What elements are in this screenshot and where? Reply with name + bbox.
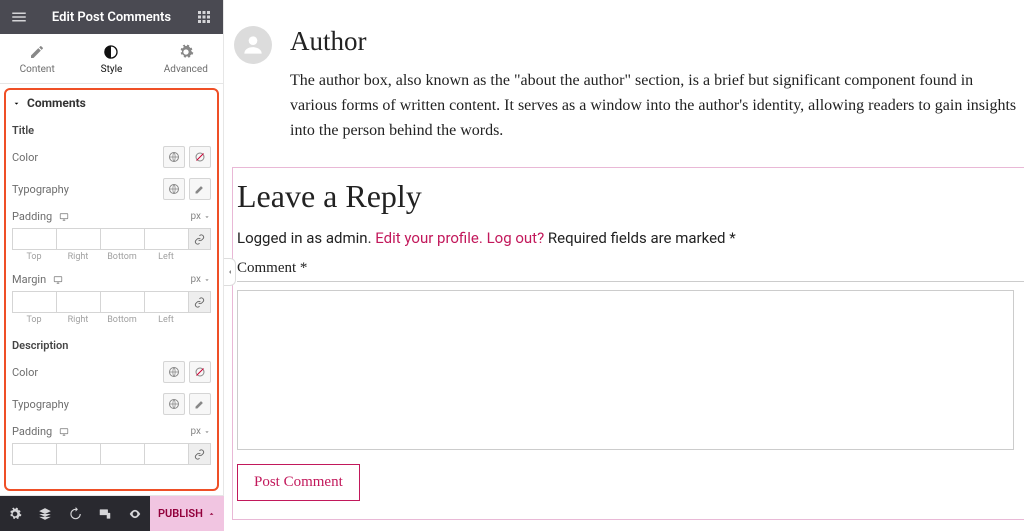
contrast-icon xyxy=(103,44,119,60)
post-comment-button[interactable]: Post Comment xyxy=(237,464,360,501)
row-desc-typography: Typography xyxy=(8,388,215,420)
row-title-color: Color xyxy=(8,141,215,173)
logout-link[interactable]: Log out? xyxy=(487,229,545,247)
link-values-icon[interactable] xyxy=(188,443,211,465)
row-desc-color: Color xyxy=(8,356,215,388)
group-title-heading: Title xyxy=(8,116,215,141)
tab-advanced[interactable]: Advanced xyxy=(149,34,223,83)
dpad-right-input[interactable] xyxy=(56,443,100,465)
link-values-icon[interactable] xyxy=(188,228,211,250)
margin-top-input[interactable] xyxy=(12,291,56,313)
bottom-bar: PUBLISH xyxy=(0,495,223,531)
edit-profile-link[interactable]: Edit your profile. xyxy=(375,229,483,247)
panel-collapse-handle[interactable] xyxy=(224,258,236,286)
login-meta: Logged in as admin. Edit your profile. L… xyxy=(237,229,1024,248)
unit-select[interactable]: px xyxy=(190,426,211,437)
preview-canvas: Author The author box, also known as the… xyxy=(224,0,1024,531)
margin-right-input[interactable] xyxy=(56,291,100,313)
dpad-top-input[interactable] xyxy=(12,443,56,465)
chevron-up-icon xyxy=(207,509,216,519)
history-icon[interactable] xyxy=(60,496,90,532)
row-title-margin: Margin px xyxy=(8,268,215,291)
caret-down-icon xyxy=(12,99,21,108)
row-desc-padding: Padding px xyxy=(8,420,215,443)
apps-icon[interactable] xyxy=(195,8,213,26)
chevron-down-icon xyxy=(203,276,211,284)
comment-textarea[interactable] xyxy=(237,290,1014,450)
margin-inputs xyxy=(8,291,215,315)
chevron-down-icon xyxy=(203,428,211,436)
layers-icon[interactable] xyxy=(30,496,60,532)
padding-bottom-input[interactable] xyxy=(100,228,144,250)
link-values-icon[interactable] xyxy=(188,291,211,313)
desktop-icon[interactable] xyxy=(58,212,70,222)
pencil-icon xyxy=(29,44,45,60)
dpad-bottom-input[interactable] xyxy=(100,443,144,465)
tab-row: Content Style Advanced xyxy=(0,34,223,84)
avatar xyxy=(234,26,272,64)
reply-title: Leave a Reply xyxy=(237,178,1024,215)
desktop-icon[interactable] xyxy=(58,427,70,437)
edit-icon[interactable] xyxy=(189,178,211,200)
globe-icon[interactable] xyxy=(163,361,185,383)
responsive-icon[interactable] xyxy=(90,496,120,532)
padding-left-input[interactable] xyxy=(144,228,188,250)
unit-select[interactable]: px xyxy=(190,274,211,285)
edit-icon[interactable] xyxy=(189,393,211,415)
desc-padding-inputs xyxy=(8,443,215,467)
globe-icon[interactable] xyxy=(163,178,185,200)
group-desc-heading: Description xyxy=(8,331,215,356)
reply-section: Leave a Reply Logged in as admin. Edit y… xyxy=(232,167,1024,520)
margin-bottom-input[interactable] xyxy=(100,291,144,313)
settings-icon[interactable] xyxy=(0,496,30,532)
padding-top-input[interactable] xyxy=(12,228,56,250)
tab-style[interactable]: Style xyxy=(74,34,148,83)
gear-icon xyxy=(178,44,194,60)
dpad-left-input[interactable] xyxy=(144,443,188,465)
author-bio: The author box, also known as the "about… xyxy=(290,69,1018,143)
padding-right-input[interactable] xyxy=(56,228,100,250)
tab-content[interactable]: Content xyxy=(0,34,74,83)
author-name: Author xyxy=(290,26,1018,57)
menu-icon[interactable] xyxy=(10,8,28,26)
no-color-icon[interactable] xyxy=(189,361,211,383)
padding-inputs xyxy=(8,228,215,252)
margin-left-input[interactable] xyxy=(144,291,188,313)
panel-header: Edit Post Comments xyxy=(0,0,223,34)
section-comments[interactable]: Comments xyxy=(8,84,215,116)
publish-button[interactable]: PUBLISH xyxy=(150,496,224,531)
no-color-icon[interactable] xyxy=(189,146,211,168)
globe-icon[interactable] xyxy=(163,146,185,168)
unit-select[interactable]: px xyxy=(190,211,211,222)
desktop-icon[interactable] xyxy=(52,275,64,285)
row-title-typography: Typography xyxy=(8,173,215,205)
chevron-down-icon xyxy=(203,213,211,221)
panel-title: Edit Post Comments xyxy=(52,10,171,25)
comment-label: Comment * xyxy=(237,260,1024,282)
row-title-padding: Padding px xyxy=(8,205,215,228)
globe-icon[interactable] xyxy=(163,393,185,415)
preview-icon[interactable] xyxy=(120,496,150,532)
